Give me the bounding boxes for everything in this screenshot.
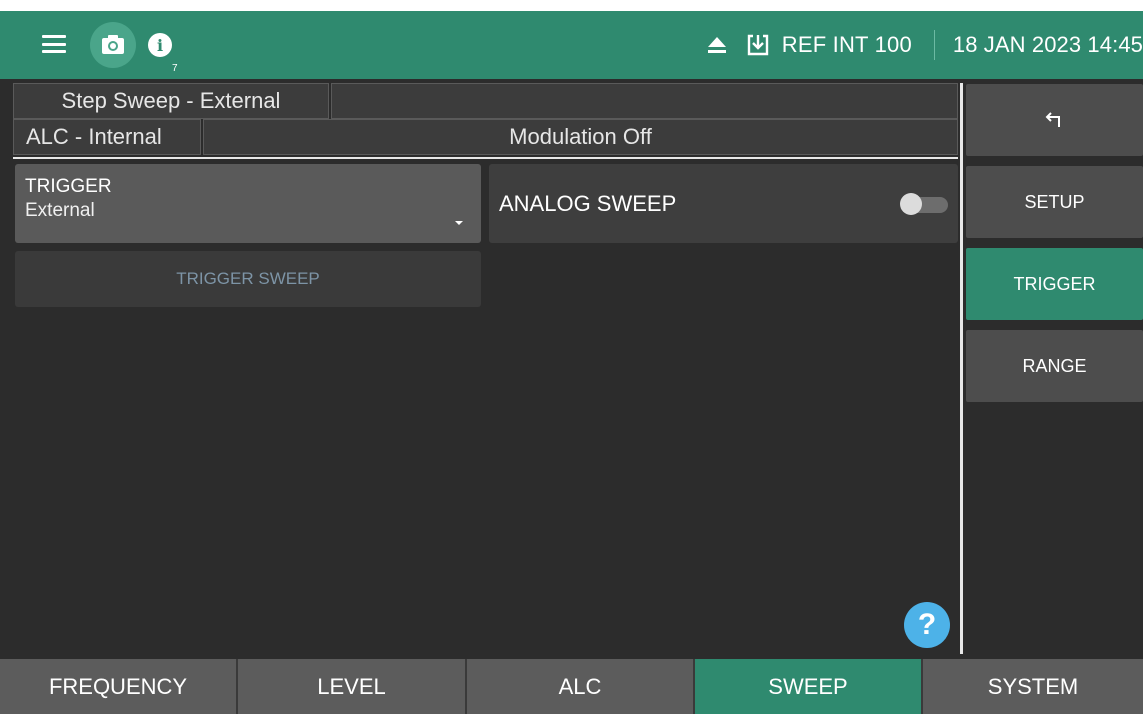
reference-status[interactable]: REF INT 100	[782, 32, 912, 58]
top-bar: i 7 REF INT 100 18 JAN 2023 14:45	[0, 11, 1143, 79]
trigger-select[interactable]: TRIGGER External	[15, 164, 481, 243]
sidebar-item-setup[interactable]: SETUP	[966, 166, 1143, 238]
tab-frequency[interactable]: FREQUENCY	[0, 659, 238, 714]
top-bar-divider	[933, 30, 935, 60]
analog-sweep-label: ANALOG SWEEP	[499, 190, 677, 216]
back-arrow-icon	[1045, 112, 1060, 127]
status-divider	[13, 157, 958, 159]
alc-status: ALC - Internal	[13, 119, 201, 155]
sidebar-item-label: TRIGGER	[1013, 273, 1096, 294]
instrument-screen: i 7 REF INT 100 18 JAN 2023 14:45 Step S…	[0, 11, 1143, 714]
trigger-select-value: External	[25, 200, 95, 221]
tab-alc[interactable]: ALC	[467, 659, 695, 714]
sidebar-item-range[interactable]: RANGE	[966, 330, 1143, 402]
analog-sweep-card: ANALOG SWEEP	[489, 164, 958, 243]
tab-level[interactable]: LEVEL	[238, 659, 467, 714]
menu-icon[interactable]	[40, 31, 68, 57]
info-icon[interactable]: i	[148, 33, 172, 57]
modulation-status-text: Modulation Off	[509, 124, 652, 149]
bottom-tab-bar: FREQUENCY LEVEL ALC SWEEP SYSTEM	[0, 659, 1143, 714]
tab-label: ALC	[558, 673, 602, 699]
trigger-sweep-label: TRIGGER SWEEP	[176, 269, 320, 288]
sweep-status: Step Sweep - External	[13, 83, 329, 119]
date-time: 18 JAN 2023 14:45	[952, 32, 1143, 57]
trigger-sweep-button[interactable]: TRIGGER SWEEP	[15, 251, 481, 307]
question-icon: ?	[917, 608, 937, 641]
sweep-status-extra	[331, 83, 958, 119]
tab-system[interactable]: SYSTEM	[923, 659, 1143, 714]
screenshot-button[interactable]	[90, 22, 136, 68]
download-icon[interactable]	[746, 33, 770, 57]
sidebar-divider	[960, 83, 963, 654]
toggle-thumb	[900, 193, 922, 215]
alc-status-text: ALC - Internal	[26, 124, 162, 149]
tab-sweep[interactable]: SWEEP	[695, 659, 923, 714]
modulation-status: Modulation Off	[203, 119, 958, 155]
info-badge: 7	[172, 63, 178, 74]
tab-label: FREQUENCY	[48, 673, 188, 699]
sidebar-item-trigger[interactable]: TRIGGER	[966, 248, 1143, 320]
camera-icon	[102, 35, 124, 54]
tab-label: SYSTEM	[987, 673, 1079, 699]
sidebar-item-label: SETUP	[1024, 191, 1085, 212]
eject-icon[interactable]	[706, 34, 728, 56]
caret-down-icon	[455, 221, 463, 225]
analog-sweep-toggle[interactable]	[900, 193, 948, 215]
tab-label: LEVEL	[317, 673, 386, 699]
top-bar-status: REF INT 100 18 JAN 2023 14:45	[706, 11, 1143, 79]
help-button[interactable]: ?	[904, 602, 950, 648]
sidebar-item-label: RANGE	[1022, 355, 1087, 376]
trigger-select-label: TRIGGER	[25, 176, 112, 197]
tab-label: SWEEP	[768, 673, 848, 699]
sweep-status-text: Step Sweep - External	[61, 88, 281, 113]
back-button[interactable]	[966, 84, 1143, 156]
